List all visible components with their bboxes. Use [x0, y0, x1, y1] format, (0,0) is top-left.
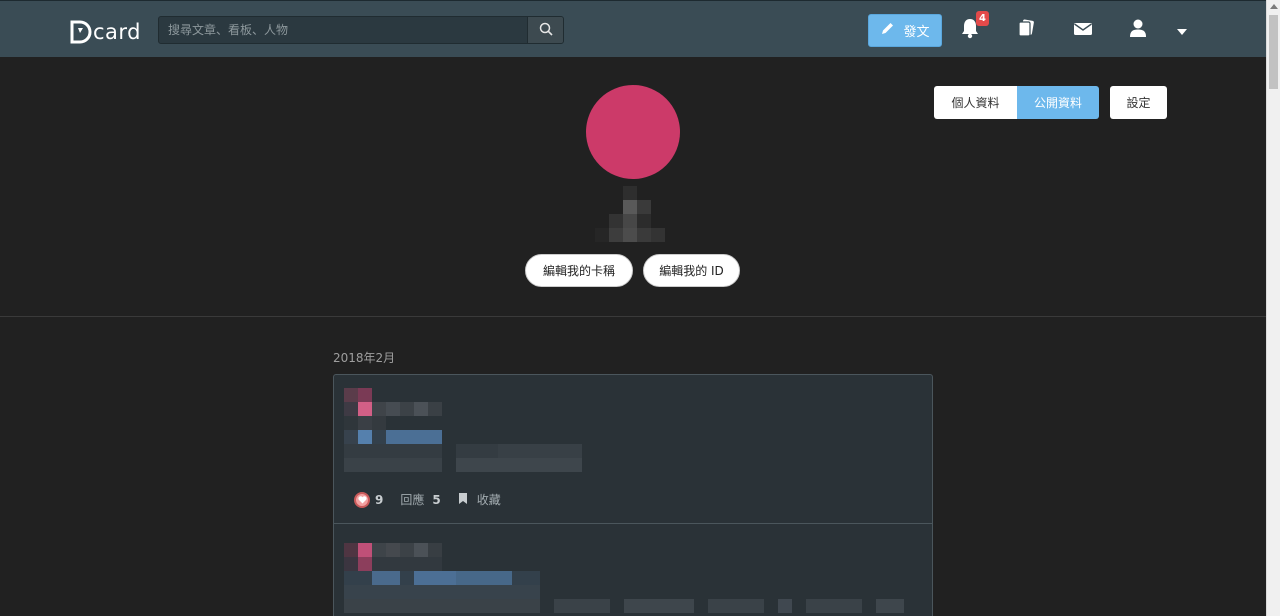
- profile-button[interactable]: [1126, 18, 1150, 42]
- caret-down-icon: [1176, 21, 1188, 40]
- settings-button[interactable]: 設定: [1110, 86, 1167, 119]
- cards-icon: [1016, 19, 1036, 41]
- user-icon: [1129, 18, 1147, 42]
- search-icon: [539, 21, 553, 40]
- search-input[interactable]: [159, 17, 527, 43]
- top-navbar: card 發文 4: [0, 0, 1266, 57]
- heart-icon[interactable]: [354, 491, 370, 508]
- notification-badge: 4: [976, 11, 989, 26]
- profile-section: 編輯我的卡稱 編輯我的 ID 個人資料 公開資料 設定: [0, 57, 1266, 317]
- reply-count: 5: [432, 492, 441, 507]
- cards-button[interactable]: [1014, 18, 1038, 42]
- messages-button[interactable]: [1071, 18, 1095, 42]
- logo-text: card: [93, 20, 142, 44]
- edit-card-name-button[interactable]: 編輯我的卡稱: [525, 254, 633, 287]
- month-label: 2018年2月: [333, 351, 396, 365]
- tab-private-profile[interactable]: 個人資料: [934, 86, 1017, 119]
- search-bar: [158, 16, 564, 44]
- post-meta: 9 回應 5 收藏: [354, 491, 501, 508]
- post-button-label: 發文: [903, 25, 930, 40]
- search-button[interactable]: [527, 17, 563, 43]
- edit-id-button[interactable]: 編輯我的 ID: [643, 254, 740, 287]
- page-scrollbar[interactable]: [1266, 0, 1280, 616]
- scrollbar-thumb[interactable]: [1269, 15, 1278, 89]
- profile-view-tabs: 個人資料 公開資料: [934, 86, 1099, 119]
- post-button[interactable]: 發文: [868, 14, 942, 47]
- scroll-up-arrow-icon[interactable]: [1270, 4, 1278, 9]
- post-card[interactable]: [333, 523, 933, 616]
- bookmark-label: 收藏: [476, 493, 501, 507]
- bookmark-button[interactable]: 收藏: [458, 491, 501, 508]
- dcard-logo[interactable]: card: [70, 16, 141, 44]
- mail-icon: [1073, 21, 1093, 40]
- post-card[interactable]: 9 回應 5 收藏: [333, 374, 933, 524]
- bookmark-icon: [458, 492, 468, 508]
- like-count: 9: [375, 492, 384, 507]
- avatar: [586, 85, 680, 179]
- logo-d-icon: [70, 20, 92, 44]
- pencil-icon: [880, 21, 895, 40]
- tab-public-profile[interactable]: 公開資料: [1017, 86, 1099, 119]
- account-menu-button[interactable]: [1170, 18, 1194, 42]
- reply-label: 回應: [400, 493, 425, 507]
